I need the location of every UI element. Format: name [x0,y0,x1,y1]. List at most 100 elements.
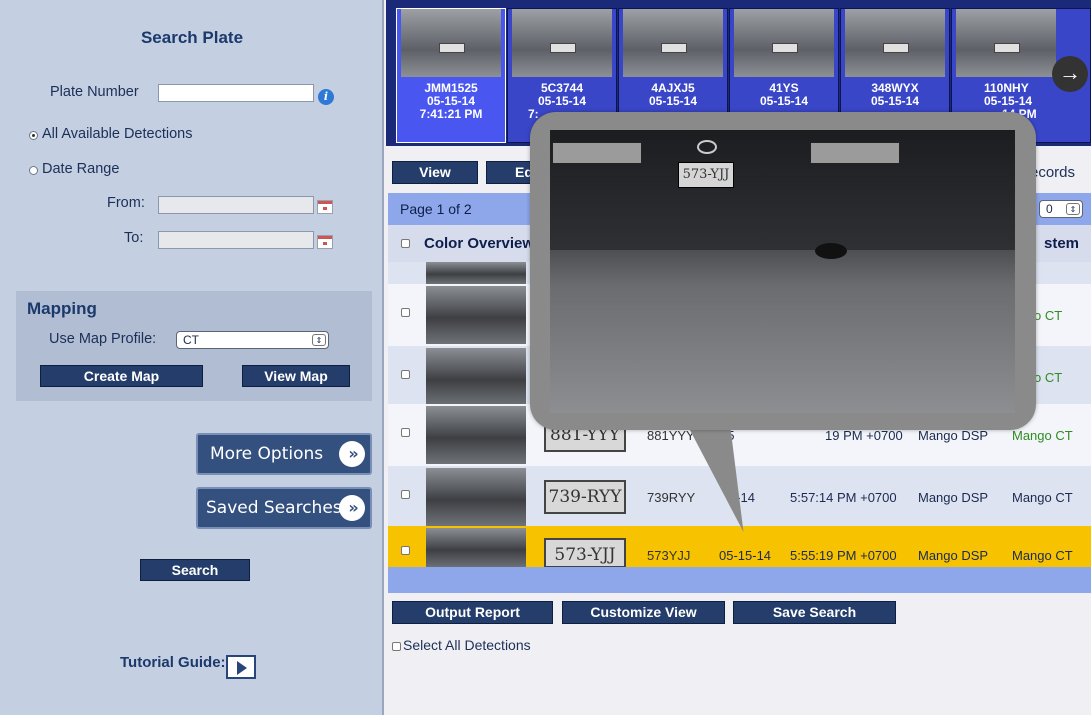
row-time: 5:57:14 PM +0700 [790,490,897,505]
select-all-detections-checkbox[interactable] [392,642,401,651]
row-system: Mango CT [1012,428,1073,443]
select-all-checkbox-header[interactable] [401,239,410,248]
plate-image: 573-YJJ [544,538,626,568]
to-date-input[interactable] [158,231,314,249]
vehicle-thumbnail-image [512,9,612,77]
from-date-input[interactable] [158,196,314,214]
thumb-plate: 348WYX [871,81,919,95]
chevron-double-right-icon: » [339,495,365,521]
vehicle-overview-image [426,286,526,344]
thumb-plate: 4AJXJ5 [651,81,695,95]
vehicle-overview-image [426,348,526,406]
records-label: ecords [1030,164,1076,181]
search-button[interactable]: Search [140,559,250,581]
mapping-title: Mapping [27,299,97,318]
tutorial-video-icon[interactable] [226,655,256,679]
thumb-date: 05-15-14 [759,94,809,108]
map-profile-select[interactable]: CT ⇕ [176,331,329,349]
row-date: 05-15-14 [719,548,772,563]
from-label: From: [107,195,145,211]
per-page-value: 0 [1046,202,1053,216]
arrow-right-icon[interactable]: → [1052,56,1088,92]
row-system: o CT [1034,370,1063,385]
row-system: o CT [1034,308,1063,323]
all-detections-radio[interactable] [29,131,38,140]
select-arrow-icon: ⇕ [1066,203,1080,215]
per-page-select[interactable]: 0 ⇕ [1039,200,1083,218]
row-checkbox[interactable] [401,546,410,555]
select-all-detections-label: Select All Detections [403,637,531,653]
search-plate-title: Search Plate [140,28,244,47]
thumb-plate: 5C3744 [540,81,584,95]
row-source: Mango DSP [918,428,989,443]
map-profile-value: CT [183,333,199,347]
search-panel: Search Plate Plate Number i All Availabl… [0,0,384,715]
create-map-button[interactable]: Create Map [40,365,203,387]
thumb-plate: JMM1525 [424,81,478,95]
view-map-button[interactable]: View Map [242,365,350,387]
header-color-overview: Color Overview [424,235,535,252]
vehicle-overview-image [426,468,526,526]
calendar-icon[interactable] [317,200,333,214]
date-range-label: Date Range [42,161,120,177]
row-plate: 739RYY [647,490,696,505]
thumb-date: 05-15-14 [426,94,476,108]
row-system: Mango CT [1012,548,1073,563]
vehicle-overview-image [426,262,526,284]
table-row-selected[interactable]: 573-YJJ 573YJJ 05-15-14 5:55:19 PM +0700… [388,526,1091,568]
select-arrow-icon: ⇕ [312,334,326,346]
all-detections-label: All Available Detections [42,126,193,142]
thumb-date: 05-15-14 [870,94,920,108]
row-source: Mango DSP [918,490,989,505]
vehicle-thumbnail-image [401,9,501,77]
output-report-button[interactable]: Output Report [392,601,553,624]
thumb-time: 7:41:21 PM [419,107,483,121]
save-search-button[interactable]: Save Search [733,601,896,624]
calendar-icon[interactable] [317,235,333,249]
mapping-section: Mapping Use Map Profile: CT ⇕ Create Map … [16,291,372,401]
thumbnail-item[interactable]: JMM1525 05-15-14 7:41:21 PM [396,8,506,143]
tail-lamp-right [810,142,900,164]
row-time: 19 PM +0700 [825,428,903,443]
thumb-date: 05-15-14 [537,94,587,108]
row-checkbox[interactable] [401,490,410,499]
view-button[interactable]: View [392,161,478,184]
to-label: To: [124,230,144,246]
plate-number-label: Plate Number [50,84,139,100]
thumb-date: 05-15-14 [984,94,1033,108]
row-checkbox[interactable] [401,370,410,379]
vehicle-overview-image [426,528,526,568]
saved-searches-button[interactable]: Saved Searches » [196,487,372,529]
date-range-radio[interactable] [29,166,38,175]
chevron-double-right-icon: » [339,441,365,467]
vehicle-thumbnail-image [623,9,723,77]
row-source: Mango DSP [918,548,989,563]
more-options-label: More Options [210,444,324,464]
exhaust-pipe [815,243,847,259]
vehicle-overview-image [426,406,526,464]
row-checkbox[interactable] [401,308,410,317]
row-checkbox[interactable] [401,428,410,437]
row-plate: 573YJJ [647,548,691,563]
saved-searches-label: Saved Searches [206,498,342,518]
vehicle-thumbnail-image [956,9,1056,77]
tail-lamp-left [552,142,642,164]
more-options-button[interactable]: More Options » [196,433,372,475]
customize-view-button[interactable]: Customize View [562,601,725,624]
toyota-logo-icon [697,140,717,154]
tutorial-guide-label: Tutorial Guide: [120,654,226,671]
map-profile-label: Use Map Profile: [49,331,157,347]
plate-image: 739-RYY [544,480,626,514]
table-footer-bar [388,567,1091,593]
vehicle-thumbnail-image [845,9,945,77]
vehicle-thumbnail-image [734,9,834,77]
row-time: 5:55:19 PM +0700 [790,548,897,563]
header-system: stem [1044,235,1080,252]
info-icon[interactable]: i [318,89,334,105]
page-indicator: Page 1 of 2 [400,201,472,217]
thumb-date: 05-15-14 [648,94,698,108]
thumb-plate: 41YS [769,81,799,95]
zoomed-vehicle-image: 573-YJJ [550,130,1015,413]
zoomed-plate: 573-YJJ [678,162,734,188]
plate-number-input[interactable] [158,84,314,102]
